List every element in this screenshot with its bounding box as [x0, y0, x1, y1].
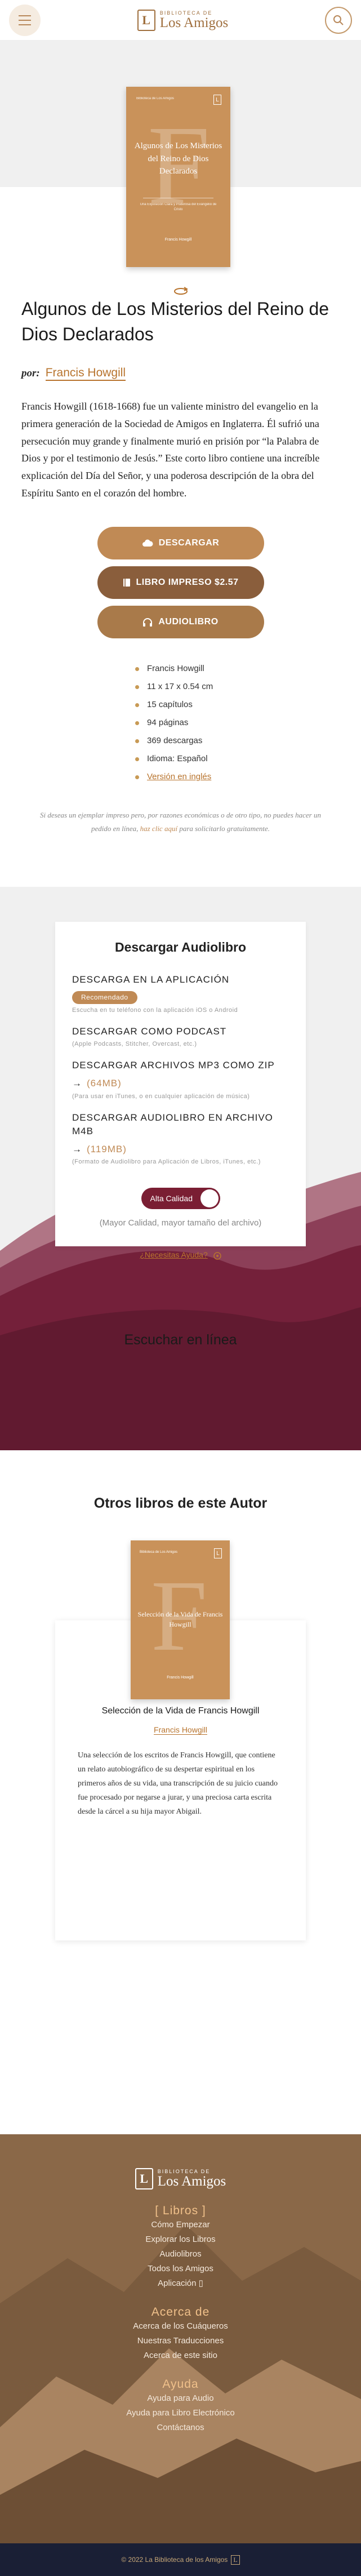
help-icon: [213, 1252, 221, 1260]
meta-downloads: 369 descargas: [135, 732, 361, 750]
copyright-bar: © 2022 La Biblioteca de los Amigos L: [0, 2543, 361, 2576]
other-book-description: Una selección de los escritos de Francis…: [78, 1751, 278, 1816]
footer-link-app[interactable]: Aplicación ▯: [0, 2276, 361, 2291]
audio-help-link[interactable]: ¿Necesitas Ayuda?: [72, 1250, 289, 1260]
meta-dimensions: 11 x 17 x 0.54 cm: [135, 678, 361, 696]
other-book-cover[interactable]: Biblioteca de Los Amigos L F Selección d…: [131, 1540, 230, 1700]
audiobook-label: AUDIOLIBRO: [158, 617, 219, 627]
other-books-title: Otros libros de este Autor: [93, 1495, 268, 1512]
footer-link-audiobooks[interactable]: Audiolibros: [0, 2247, 361, 2262]
quality-note: (Mayor Calidad, mayor tamaño del archivo…: [99, 1218, 262, 1228]
copyright-logo-icon: L: [231, 2555, 240, 2565]
site-footer: L BIBLIOTECA DE Los Amigos [ Libros ] Có…: [0, 2134, 361, 2544]
print-book-label: LIBRO IMPRESO $2.57: [136, 578, 239, 588]
cover-area: Biblioteca de Los Amigos L F Algunos de …: [0, 41, 361, 277]
search-button[interactable]: [324, 6, 352, 34]
english-version-link[interactable]: Versión en inglés: [135, 768, 361, 786]
rotate-cover-icon[interactable]: [172, 286, 190, 296]
footer-link-all-friends[interactable]: Todos los Amigos: [0, 2262, 361, 2276]
audiobook-card-title: Descargar Audiolibro: [114, 940, 247, 955]
by-label: por:: [21, 367, 40, 379]
meta-chapters: 15 capítulos: [135, 696, 361, 714]
download-button-label: DESCARGAR: [158, 538, 220, 548]
book-icon: [123, 579, 130, 587]
print-request-note: Si deseas un ejemplar impreso pero, por …: [40, 811, 321, 833]
book-cover[interactable]: Biblioteca de Los Amigos L F Algunos de …: [126, 87, 230, 267]
logo-big-text: Los Amigos: [159, 15, 229, 30]
quality-toggle[interactable]: Alta Calidad: [141, 1188, 220, 1210]
footer-link-ebook-help[interactable]: Ayuda para Libro Electrónico: [0, 2406, 361, 2420]
audiobook-button[interactable]: AUDIOLIBRO: [97, 606, 264, 639]
cover-logo-icon: L: [214, 1548, 222, 1559]
download-podcast-option[interactable]: DESCARGAR COMO PODCAST (Apple Podcasts, …: [72, 1025, 289, 1048]
headphones-icon: [143, 618, 153, 627]
footer-heading-about: Acerca de: [151, 2306, 210, 2319]
meta-language: Idioma: Español: [135, 750, 361, 768]
cover-publisher: Biblioteca de Los Amigos: [136, 97, 175, 100]
author-link[interactable]: Francis Howgill: [45, 366, 126, 381]
cover-subtitle: Una Exposición Clara y Poderosa del Evan…: [140, 203, 217, 211]
print-book-button[interactable]: LIBRO IMPRESO $2.57: [97, 566, 264, 599]
book-description: Francis Howgill (1618-1668) fue un valie…: [21, 400, 320, 499]
footer-link-translations[interactable]: Nuestras Traducciones: [0, 2334, 361, 2348]
footer-heading-books: [ Libros ]: [155, 2204, 206, 2218]
footer-link-contact[interactable]: Contáctanos: [0, 2420, 361, 2435]
site-logo[interactable]: L BIBLIOTECA DE Los Amigos: [137, 9, 229, 31]
copyright-text: © 2022 La Biblioteca de los Amigos: [121, 2556, 228, 2564]
menu-icon-line: [19, 19, 31, 21]
footer-heading-help: Ayuda: [162, 2378, 199, 2391]
phone-icon: ▯: [198, 2279, 203, 2289]
download-m4b-option[interactable]: DESCARGAR AUDIOLIBRO EN ARCHIVO M4B → (119…: [72, 1111, 289, 1165]
footer-logo[interactable]: L BIBLIOTECA DE Los Amigos: [135, 2168, 226, 2190]
listen-online-heading: Escuchar en línea: [124, 1332, 237, 1348]
menu-button[interactable]: [9, 4, 41, 36]
download-button[interactable]: DESCARGAR: [97, 527, 264, 560]
other-book-author-link[interactable]: Francis Howgill: [154, 1725, 207, 1735]
footer-link-about-quakers[interactable]: Acerca de los Cuáqueros: [0, 2319, 361, 2334]
other-books-section: Otros libros de este Autor Biblioteca de…: [0, 1450, 361, 2134]
logo-mark-icon: L: [137, 9, 155, 31]
cover-title: Algunos de Los Misterios del Reino de Di…: [134, 141, 222, 176]
cover-author: Francis Howgill: [164, 238, 192, 242]
site-header: L BIBLIOTECA DE Los Amigos: [0, 0, 361, 41]
footer-link-audio-help[interactable]: Ayuda para Audio: [0, 2391, 361, 2406]
cloud-download-icon: [142, 539, 153, 547]
meta-author: Francis Howgill: [135, 660, 361, 678]
menu-icon-line: [19, 15, 31, 16]
footer-link-getting-started[interactable]: Cómo Empezar: [0, 2218, 361, 2232]
search-icon: [333, 15, 344, 25]
other-book-title: Selección de la Vida de Francis Howgill: [101, 1706, 260, 1716]
book-title: Algunos de Los Misterios del Reino de Di…: [21, 299, 329, 344]
download-app-option[interactable]: DESCARGA EN LA APLICACIÓN Recomendado Esc…: [72, 973, 289, 1014]
download-audiobook-card: Descargar Audiolibro DESCARGA EN LA APLI…: [55, 922, 306, 1260]
cover-logo-icon: L: [213, 95, 221, 105]
download-mp3-option[interactable]: DESCARGAR ARCHIVOS MP3 COMO ZIP → (64MB) (…: [72, 1059, 289, 1100]
menu-icon-line: [19, 24, 31, 25]
footer-link-about-site[interactable]: Acerca de este sitio: [0, 2348, 361, 2363]
request-free-link[interactable]: haz clic aquí: [140, 824, 177, 833]
meta-pages: 94 páginas: [135, 714, 361, 732]
book-metadata-list: Francis Howgill 11 x 17 x 0.54 cm 15 cap…: [135, 660, 361, 786]
footer-link-explore-books[interactable]: Explorar los Libros: [0, 2232, 361, 2247]
audio-section: Descargar Audiolibro DESCARGA EN LA APLI…: [0, 887, 361, 1451]
toggle-knob: [200, 1189, 219, 1208]
recommended-badge: Recomendado: [72, 991, 137, 1004]
footer-logo-mark-icon: L: [135, 2168, 153, 2190]
